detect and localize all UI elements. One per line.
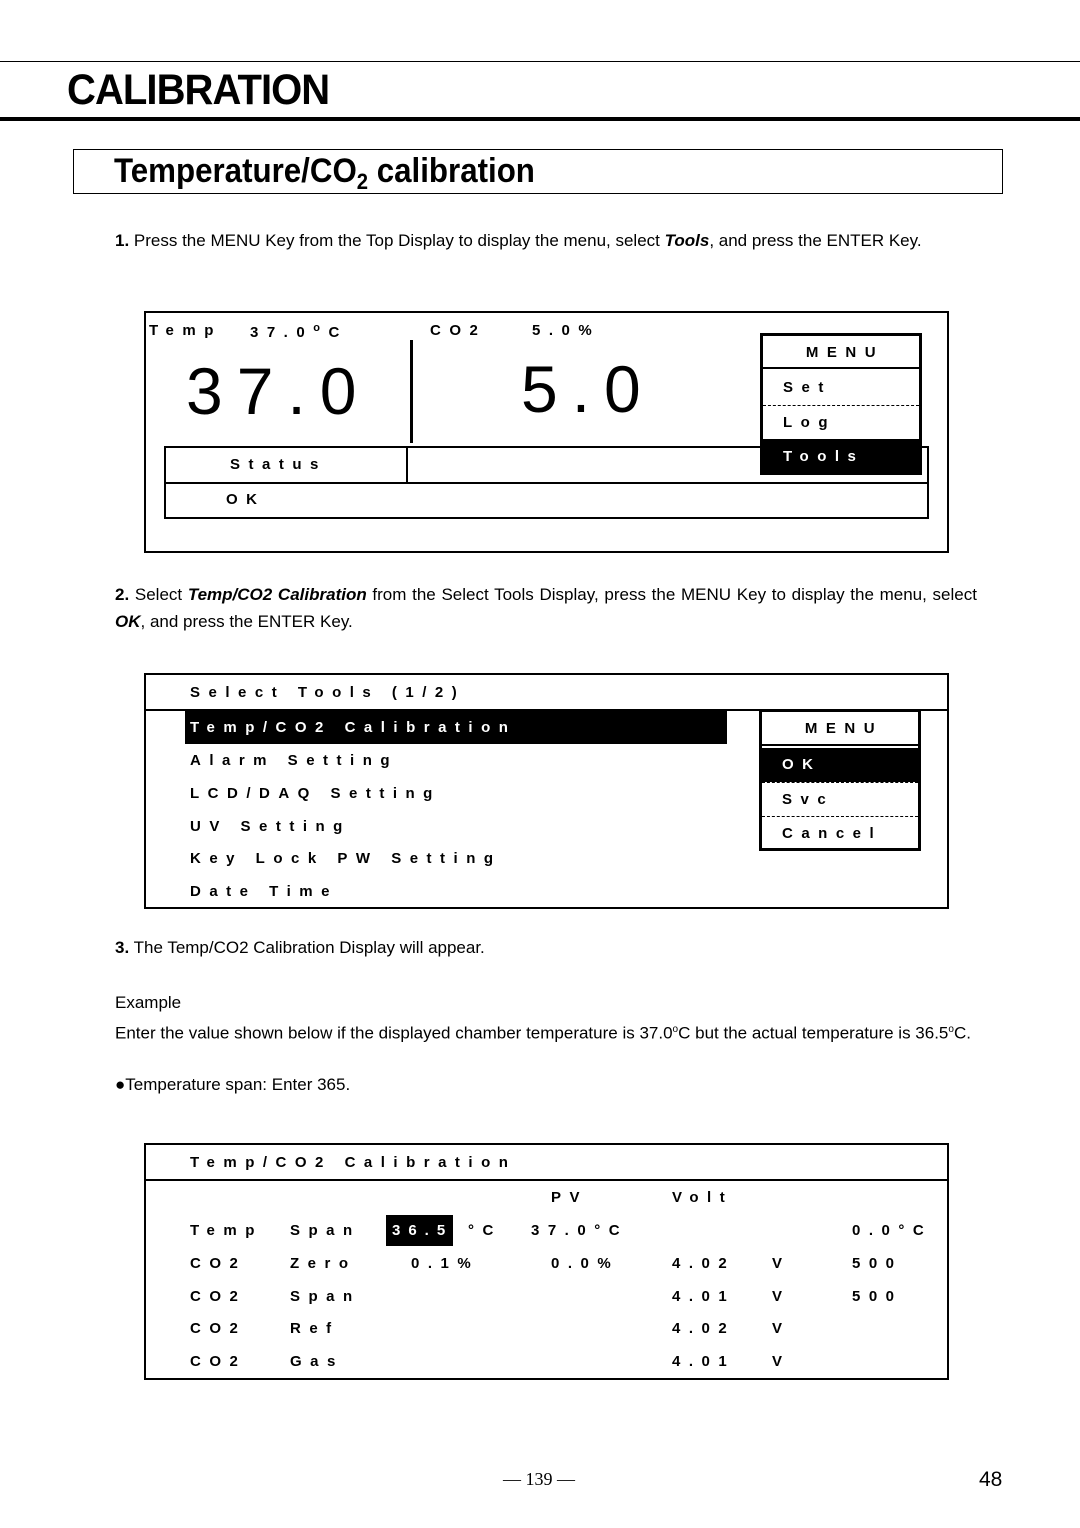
row-name: Temp <box>190 1222 263 1239</box>
step-text: Select <box>129 585 188 604</box>
step-1-text: 1. Press the MENU Key from the Top Displ… <box>115 227 977 254</box>
tools-item-alarm-setting[interactable]: Alarm Setting <box>190 752 398 769</box>
row-name: CO2 <box>190 1288 247 1305</box>
header-rule-thick <box>0 117 1080 121</box>
step-text: from the Select Tools Display, press the… <box>366 585 977 604</box>
temp-label: Temp <box>149 322 222 339</box>
temp-setpoint-value: 37.0 <box>250 324 314 341</box>
tools-menu-popup: MENU OK Svc Cancel <box>759 709 921 851</box>
section-title-suffix: calibration <box>368 152 535 190</box>
example-bullet: ●Temperature span: Enter 365. <box>115 1075 351 1094</box>
temp-span-input[interactable]: 36.5 <box>386 1215 454 1246</box>
degree-symbol: o <box>313 322 329 334</box>
step-text: The Temp/CO2 Calibration Display will ap… <box>129 938 485 957</box>
calibration-title: Temp/CO2 Calibration <box>190 1154 517 1171</box>
column-header-pv: PV <box>551 1189 589 1206</box>
example-heading: Example <box>115 993 182 1012</box>
row-volt: 4.02 <box>672 1320 736 1337</box>
row-volt-unit: V <box>772 1320 791 1337</box>
menu-item-ok[interactable]: OK <box>762 748 918 782</box>
column-header-volt: Volt <box>672 1189 734 1206</box>
row-extra: 500 <box>852 1255 903 1272</box>
tools-item-key-lock-pw-setting[interactable]: Key Lock PW Setting <box>190 850 502 867</box>
row-volt: 4.01 <box>672 1353 736 1370</box>
row-param: Ref <box>290 1320 340 1337</box>
tools-item-lcd-daq-setting[interactable]: LCD/DAQ Setting <box>190 785 441 802</box>
step-2-text: 2. Select Temp/CO2 Calibration from the … <box>115 581 977 635</box>
step-number: 2. <box>115 585 130 604</box>
row-volt-unit: V <box>772 1353 791 1370</box>
section-title: Temperature/CO2 calibration <box>114 152 535 195</box>
select-tools-screen: Select Tools (1/2) Temp/CO2 Calibration … <box>144 673 949 909</box>
step-text: Press the MENU Key from the Top Display … <box>129 231 665 250</box>
menu-title: MENU <box>762 712 918 746</box>
row-volt: 4.02 <box>672 1255 736 1272</box>
status-label: Status <box>230 456 327 473</box>
section-title-prefix: Temperature/CO <box>114 152 357 190</box>
status-row-divider <box>166 482 927 484</box>
temp-big-readout: 37.0 <box>186 354 371 428</box>
step-text: , and press the ENTER Key. <box>140 612 353 631</box>
example-text-part: C. <box>953 1023 971 1043</box>
co2-big-readout: 5.0 <box>521 352 655 426</box>
step-number: 1. <box>115 231 130 250</box>
menu-title: MENU <box>763 336 919 369</box>
example-text-part: C but the actual temperature is 36.5 <box>678 1023 949 1043</box>
page-number: 48 <box>979 1468 1003 1491</box>
menu-item-cancel[interactable]: Cancel <box>762 816 918 849</box>
row-pv: 37.0°C <box>531 1222 629 1239</box>
status-value: OK <box>226 491 266 508</box>
step-text: , and press the ENTER Key. <box>709 231 922 250</box>
row-extra: 500 <box>852 1288 903 1305</box>
row-value-unit: °C <box>468 1222 502 1239</box>
status-divider <box>406 448 408 482</box>
temp-setpoint: 37.0oC <box>250 322 348 341</box>
row-name: CO2 <box>190 1320 247 1337</box>
row-pv: 0.0% <box>551 1255 620 1272</box>
example-text-part: Enter the value shown below if the displ… <box>115 1023 673 1043</box>
temp-header: Temp <box>149 322 222 339</box>
step-emphasis: OK <box>115 612 141 631</box>
top-display-screen: Temp 37.0oC CO2 5.0% 37.0 5.0 Status OK … <box>144 311 949 553</box>
footer-page-number: — 139 — <box>503 1469 575 1489</box>
top-menu-popup: MENU Set Log Tools <box>760 333 922 475</box>
row-volt-unit: V <box>772 1288 791 1305</box>
step-3-text: 3. The Temp/CO2 Calibration Display will… <box>115 934 977 961</box>
example-text: Enter the value shown below if the displ… <box>115 1016 977 1047</box>
menu-item-tools[interactable]: Tools <box>763 439 919 472</box>
menu-item-set[interactable]: Set <box>763 371 919 405</box>
row-name: CO2 <box>190 1255 247 1272</box>
temp-unit: C <box>328 324 348 341</box>
tools-item-date-time[interactable]: Date Time <box>190 883 338 900</box>
menu-item-log[interactable]: Log <box>763 405 919 439</box>
title-divider <box>146 1179 947 1181</box>
row-param: Zero <box>290 1255 357 1272</box>
divider-line <box>410 340 413 443</box>
co2-setpoint: 5.0% <box>532 322 601 339</box>
tools-item-temp-co2-calibration[interactable]: Temp/CO2 Calibration <box>185 711 727 744</box>
co2-label: CO2 <box>430 322 487 339</box>
section-title-subscript: 2 <box>356 169 369 194</box>
row-name: CO2 <box>190 1353 247 1370</box>
select-tools-title: Select Tools (1/2) <box>190 684 466 701</box>
row-param: Span <box>290 1288 361 1305</box>
tools-item-uv-setting[interactable]: UV Setting <box>190 818 351 835</box>
row-volt: 4.01 <box>672 1288 736 1305</box>
row-value: 0.1% <box>411 1255 480 1272</box>
row-param: Gas <box>290 1353 344 1370</box>
calibration-screen: Temp/CO2 Calibration PV Volt Temp Span 36.… <box>144 1143 949 1380</box>
chapter-title: CALIBRATION <box>67 66 330 114</box>
row-param: Span <box>290 1222 361 1239</box>
row-volt-unit: V <box>772 1255 791 1272</box>
step-emphasis: Temp/CO2 Calibration <box>187 585 367 604</box>
row-extra: 0.0°C <box>852 1222 933 1239</box>
menu-item-svc[interactable]: Svc <box>762 782 918 816</box>
step-emphasis: Tools <box>664 231 710 250</box>
step-number: 3. <box>115 938 130 957</box>
header-rule-thin <box>0 61 1080 62</box>
